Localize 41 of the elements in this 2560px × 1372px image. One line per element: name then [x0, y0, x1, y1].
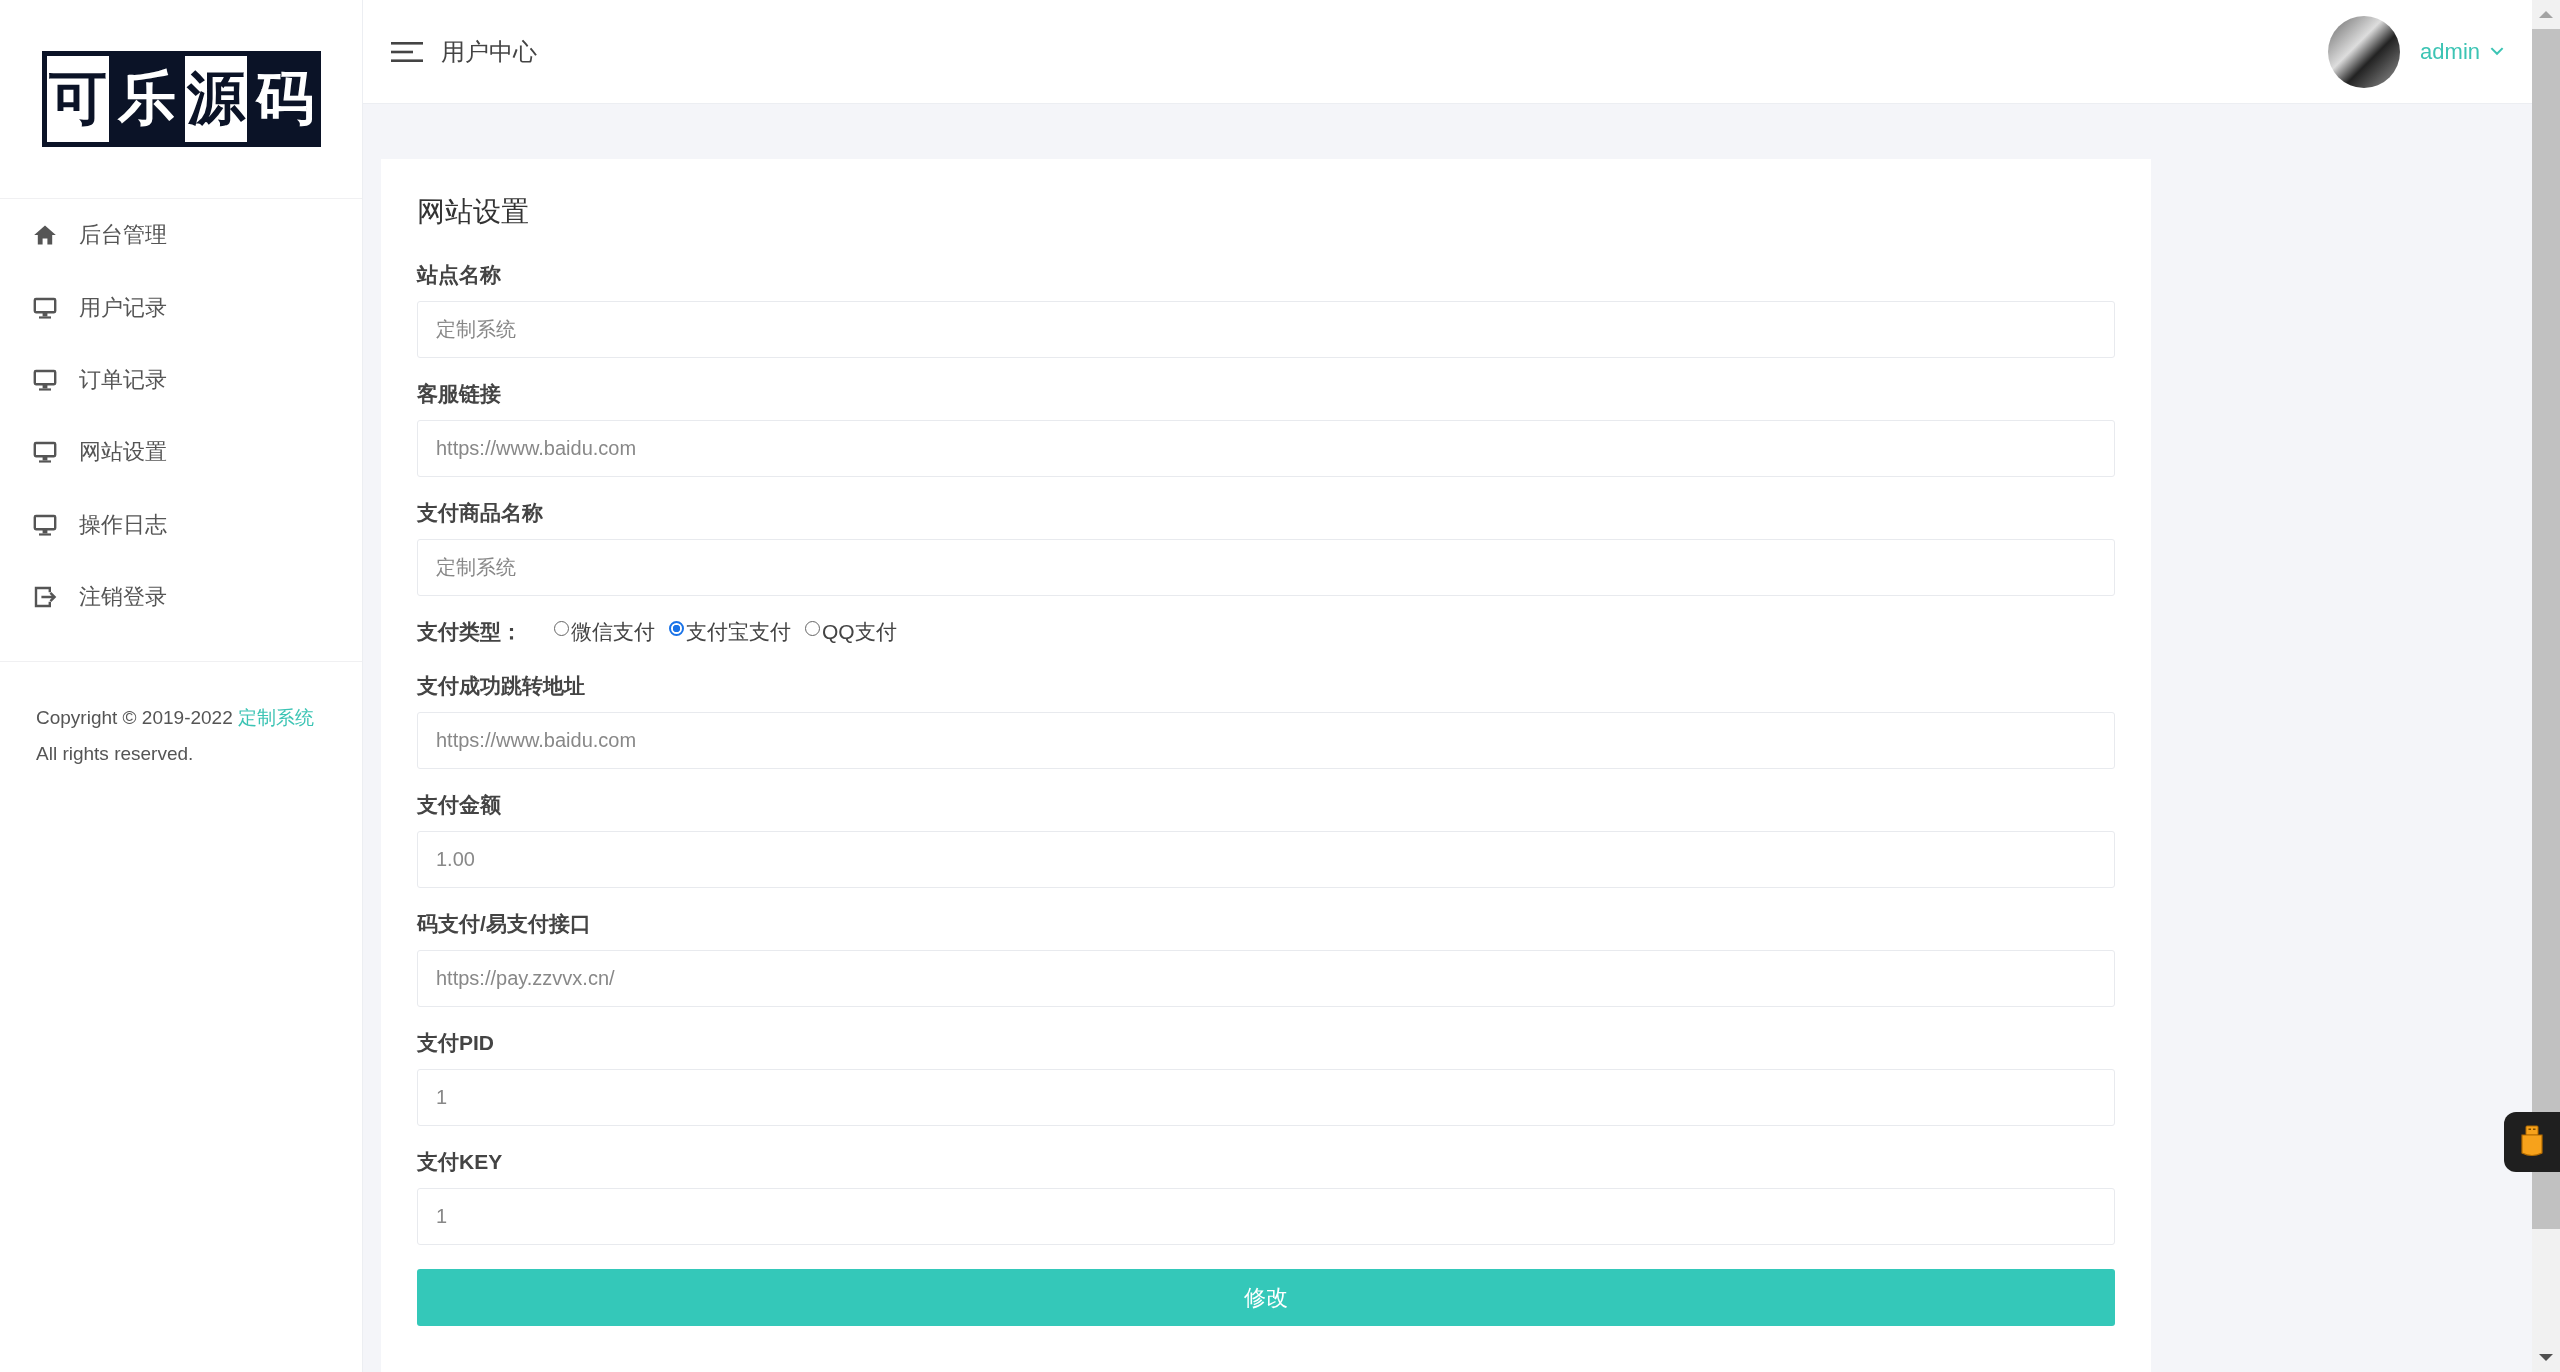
floating-tool-button[interactable] — [2504, 1112, 2560, 1172]
field-label: 支付商品名称 — [417, 500, 544, 526]
usb-drive-icon — [2520, 1125, 2544, 1159]
sidebar-item[interactable]: 操作日志 — [0, 488, 362, 561]
field-label: 支付KEY — [417, 1149, 504, 1175]
scrollbar[interactable] — [2532, 0, 2560, 1372]
input-field[interactable]: https://www.baidu.com — [417, 420, 2115, 477]
field-label: 支付金额 — [417, 792, 502, 818]
monitor-icon — [33, 440, 57, 465]
radio-option[interactable]: 支付宝支付 — [669, 618, 791, 646]
field-label: 客服链接 — [417, 381, 502, 407]
field-label: 支付类型： — [417, 619, 522, 645]
page-title: 用户中心 — [441, 36, 537, 67]
field-label: 码支付/易支付接口 — [417, 911, 592, 937]
radio-option[interactable]: QQ支付 — [805, 618, 897, 646]
menu-icon — [391, 40, 423, 63]
caret-icon — [2490, 47, 2504, 56]
radio-option[interactable]: 微信支付 — [554, 618, 655, 646]
monitor-icon — [33, 367, 57, 392]
input-field[interactable]: 1 — [417, 1188, 2115, 1245]
card-title: 网站设置 — [417, 195, 530, 229]
field-label: 站点名称 — [417, 262, 502, 288]
input-field[interactable]: 定制系统 — [417, 539, 2115, 596]
input-field[interactable]: https://pay.zzvvx.cn/ — [417, 950, 2115, 1007]
sidebar-item[interactable]: 网站设置 — [0, 416, 362, 489]
input-field[interactable]: 定制系统 — [417, 301, 2115, 358]
monitor-icon — [33, 295, 57, 320]
field-label: 支付成功跳转地址 — [417, 673, 586, 699]
monitor-icon — [33, 512, 57, 537]
input-field[interactable]: https://www.baidu.com — [417, 712, 2115, 769]
sidebar-item[interactable]: 用户记录 — [0, 271, 362, 344]
copyright-text: Copyright © 2019-2022 定制系统 All rights reserved. — [36, 706, 315, 767]
sidebar-item[interactable]: 后台管理 — [0, 199, 362, 272]
input-field[interactable]: 1 — [417, 1069, 2115, 1126]
field-label: 支付PID — [417, 1030, 495, 1056]
home-icon — [33, 223, 57, 248]
sidebar-item[interactable]: 注销登录 — [0, 560, 362, 634]
input-field[interactable]: 1.00 — [417, 831, 2115, 888]
logo: 可 乐 源 码 — [41, 51, 321, 147]
logout-icon — [33, 585, 57, 610]
sidebar-item[interactable]: 订单记录 — [0, 343, 362, 417]
